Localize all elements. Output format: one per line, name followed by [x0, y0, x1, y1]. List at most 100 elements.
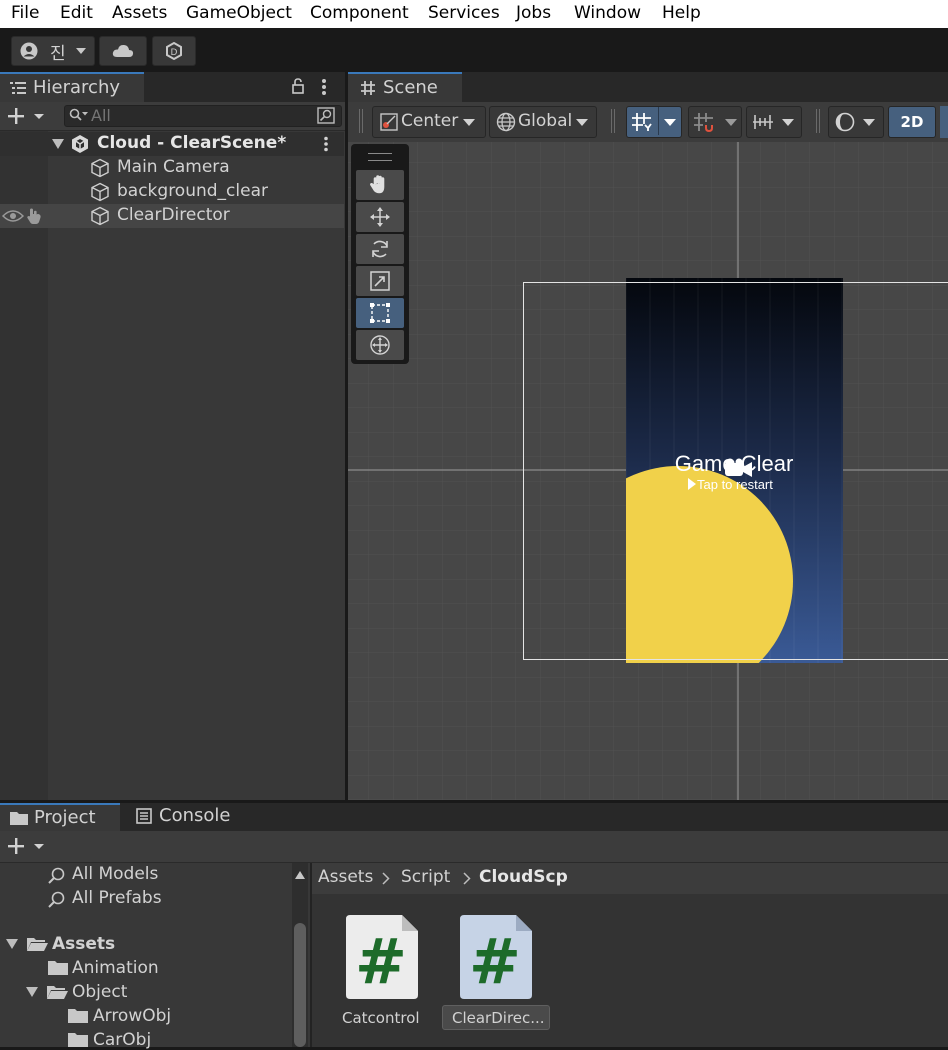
tab-project-label: Project: [34, 807, 96, 828]
draw-mode-dropdown[interactable]: [828, 106, 884, 138]
asset-file-label: ClearDirec...: [452, 1009, 545, 1027]
hierarchy-search[interactable]: [64, 105, 342, 127]
chevron-down-icon: [76, 48, 86, 55]
tab-scene[interactable]: Scene: [348, 72, 462, 102]
breadcrumb-cloudscp[interactable]: CloudScp: [479, 867, 568, 887]
pivot-label: Center: [401, 111, 458, 131]
gameobject-icon: [90, 182, 110, 202]
increment-snap-dropdown[interactable]: [746, 106, 802, 138]
lock-icon[interactable]: [291, 78, 305, 94]
grid-snap-toggle[interactable]: [626, 106, 682, 138]
scale-tool-button[interactable]: [356, 266, 404, 296]
folder-icon: [48, 960, 68, 975]
game-clear-title: Game Clear: [675, 451, 794, 476]
hierarchy-item[interactable]: Main Camera: [0, 156, 344, 180]
gameobject-icon: [90, 206, 110, 226]
hierarchy-item-hovered[interactable]: ClearDirector: [0, 204, 344, 228]
hierarchy-scene-row[interactable]: Cloud - ClearScene*: [0, 132, 344, 156]
collab-icon: D: [165, 42, 183, 60]
breadcrumb: Assets Script CloudScp: [312, 863, 948, 894]
folder-icon: [68, 1008, 88, 1023]
favorite-all-prefabs[interactable]: All Prefabs: [72, 888, 162, 908]
chevron-down-icon: [576, 119, 588, 126]
eye-icon[interactable]: [2, 209, 24, 223]
tree-arrowobj[interactable]: ArrowObj: [93, 1006, 171, 1026]
hierarchy-toolbar: [0, 102, 345, 131]
add-asset-icon[interactable]: [8, 838, 48, 854]
menu-assets[interactable]: Assets: [112, 3, 167, 23]
account-dropdown[interactable]: 진: [11, 36, 95, 66]
tree-assets[interactable]: Assets: [52, 934, 115, 954]
scrollbar-thumb[interactable]: [294, 923, 306, 1047]
next-toggle-button[interactable]: [940, 106, 948, 138]
chevron-right-icon: [463, 872, 471, 885]
menu-jobs[interactable]: Jobs: [516, 3, 551, 23]
folder-open-icon: [46, 984, 68, 1000]
kebab-menu-icon[interactable]: [321, 78, 327, 96]
asset-file-selected[interactable]: # ClearDirec...: [454, 912, 550, 1032]
asset-file[interactable]: # Catcontrol: [340, 912, 424, 1032]
scene-canvas[interactable]: Game Clear Tap to restart: [348, 142, 948, 800]
tab-hierarchy[interactable]: Hierarchy: [0, 72, 144, 102]
toolbar-grip: [359, 109, 363, 133]
chevron-down-icon: [664, 119, 676, 126]
favorite-all-models[interactable]: All Models: [72, 864, 158, 884]
menu-services[interactable]: Services: [428, 3, 500, 23]
menu-gameobject[interactable]: GameObject: [186, 3, 292, 23]
cloud-button[interactable]: [99, 36, 147, 66]
folder-open-icon: [26, 936, 48, 952]
cloud-icon: [112, 44, 134, 58]
snap-magnet-icon: [693, 112, 715, 132]
snap-increment-toggle[interactable]: [688, 106, 742, 138]
menu-help[interactable]: Help: [662, 3, 701, 23]
space-global-dropdown[interactable]: Global: [489, 106, 597, 138]
scene-menu-icon[interactable]: [323, 136, 329, 152]
gameobject-icon: [90, 158, 110, 178]
shading-sphere-icon: [835, 112, 855, 132]
menu-window[interactable]: Window: [574, 3, 641, 23]
hierarchy-item-label: ClearDirector: [117, 205, 230, 225]
tree-scrollbar[interactable]: [292, 863, 308, 1047]
toolbar-grip: [611, 109, 615, 133]
tab-project[interactable]: Project: [0, 803, 120, 831]
space-label: Global: [518, 111, 572, 131]
grid-hash-icon: [360, 80, 376, 96]
breadcrumb-script[interactable]: Script: [401, 867, 450, 887]
rect-tool-button[interactable]: [356, 298, 404, 328]
menu-component[interactable]: Component: [310, 3, 409, 23]
breadcrumb-assets[interactable]: Assets: [318, 867, 373, 887]
tab-console[interactable]: Console: [122, 803, 252, 831]
foldout-arrow-icon[interactable]: [6, 939, 18, 949]
foldout-arrow-icon[interactable]: [26, 987, 38, 997]
hand-tool-button[interactable]: [356, 170, 404, 200]
scale-icon: [369, 270, 391, 292]
menu-edit[interactable]: Edit: [60, 3, 93, 23]
tree-object[interactable]: Object: [72, 982, 127, 1002]
palette-grip[interactable]: [368, 153, 392, 161]
foldout-arrow-icon[interactable]: [52, 139, 64, 149]
account-icon: [20, 42, 38, 60]
transform-tool-button[interactable]: [356, 330, 404, 360]
hierarchy-search-input[interactable]: [91, 106, 311, 124]
pick-hand-icon[interactable]: [26, 207, 44, 225]
2d-mode-toggle[interactable]: 2D: [888, 106, 936, 138]
menu-file[interactable]: File: [11, 3, 39, 23]
scene-search-icon[interactable]: [317, 107, 335, 124]
transform-icon: [369, 334, 391, 356]
rotate-tool-button[interactable]: [356, 234, 404, 264]
chevron-down-icon: [463, 119, 475, 126]
split-divider: [658, 107, 659, 135]
tab-hierarchy-label: Hierarchy: [33, 77, 120, 98]
chevron-right-icon: [382, 872, 390, 885]
account-label: 진: [50, 39, 66, 64]
pivot-center-dropdown[interactable]: Center: [372, 106, 486, 138]
scroll-up-icon[interactable]: [295, 871, 305, 879]
rotate-icon: [369, 238, 391, 260]
tree-animation[interactable]: Animation: [72, 958, 159, 978]
search-icon: [69, 108, 89, 123]
collab-button[interactable]: D: [152, 36, 196, 66]
add-icon[interactable]: [8, 108, 48, 124]
tree-carobj[interactable]: CarObj: [93, 1030, 151, 1050]
hierarchy-item[interactable]: background_clear: [0, 180, 344, 204]
move-tool-button[interactable]: [356, 202, 404, 232]
